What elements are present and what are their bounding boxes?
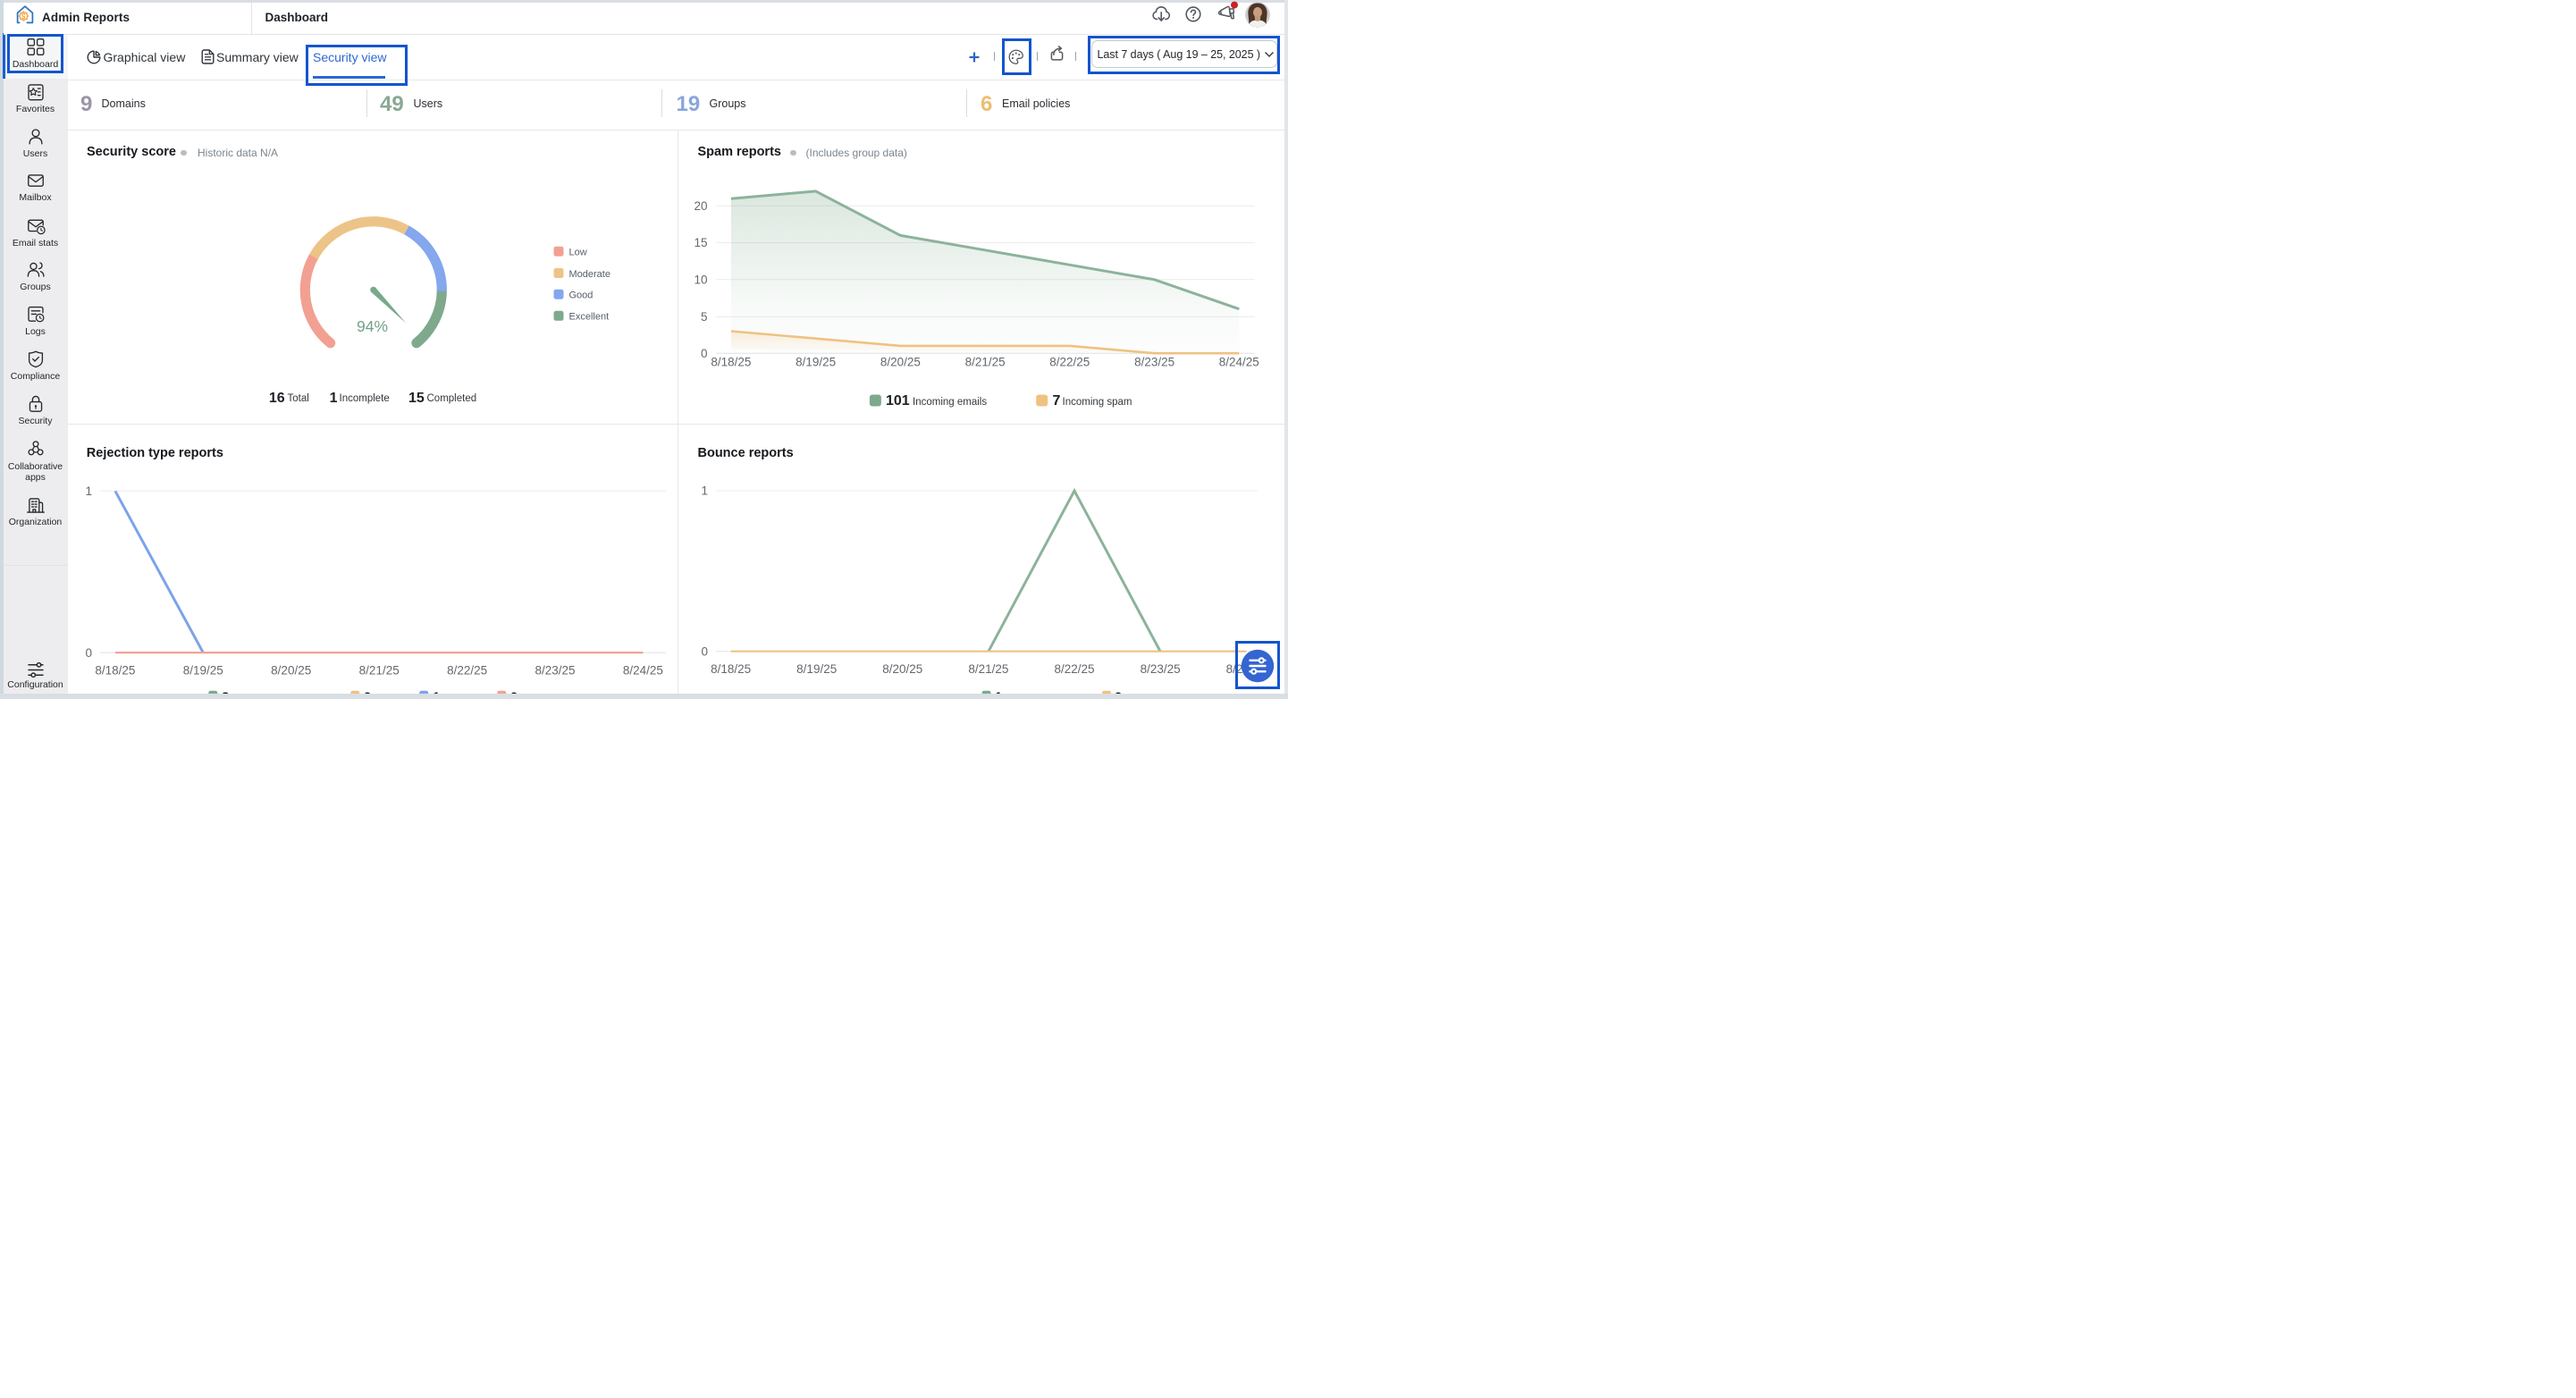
svg-text:8/18/25: 8/18/25 [711, 356, 751, 369]
svg-text:20: 20 [694, 199, 707, 213]
svg-text:8/22/25: 8/22/25 [1054, 662, 1094, 676]
svg-text:8/23/25: 8/23/25 [535, 664, 575, 678]
svg-text:8/24/25: 8/24/25 [622, 664, 662, 678]
svg-text:8/20/25: 8/20/25 [882, 662, 922, 676]
svg-text:8/18/25: 8/18/25 [711, 662, 751, 676]
svg-text:0: 0 [701, 347, 708, 360]
svg-text:10: 10 [694, 273, 707, 286]
svg-text:0: 0 [701, 645, 708, 659]
svg-text:1: 1 [701, 484, 708, 498]
svg-text:8/23/25: 8/23/25 [1134, 356, 1174, 369]
svg-text:8/18/25: 8/18/25 [95, 664, 135, 678]
svg-text:8/21/25: 8/21/25 [968, 662, 1008, 676]
svg-text:5: 5 [701, 310, 708, 324]
svg-text:7: 7 [1053, 393, 1061, 408]
svg-text:8/21/25: 8/21/25 [358, 664, 399, 678]
svg-text:8/21/25: 8/21/25 [965, 356, 1006, 369]
svg-text:8/23/25: 8/23/25 [1141, 662, 1181, 676]
svg-text:15: 15 [694, 236, 707, 249]
svg-text:Incoming emails: Incoming emails [913, 397, 987, 408]
svg-text:8/22/25: 8/22/25 [1049, 356, 1090, 369]
svg-text:94%: 94% [356, 317, 387, 335]
svg-text:8/19/25: 8/19/25 [796, 662, 837, 676]
svg-text:8/22/25: 8/22/25 [447, 664, 487, 678]
svg-text:Incoming spam: Incoming spam [1063, 397, 1132, 408]
svg-text:Moderate: Moderate [568, 269, 610, 280]
svg-text:101: 101 [886, 393, 910, 408]
svg-text:1: 1 [85, 484, 92, 498]
svg-text:Low: Low [568, 248, 586, 258]
svg-text:8/19/25: 8/19/25 [182, 664, 223, 678]
svg-text:8/20/25: 8/20/25 [271, 664, 311, 678]
svg-text:8/20/25: 8/20/25 [880, 356, 921, 369]
svg-text:Excellent: Excellent [568, 312, 609, 323]
svg-text:0: 0 [85, 646, 92, 660]
svg-text:Good: Good [568, 291, 593, 301]
svg-text:8/19/25: 8/19/25 [796, 356, 836, 369]
svg-text:8/24/25: 8/24/25 [1219, 356, 1259, 369]
